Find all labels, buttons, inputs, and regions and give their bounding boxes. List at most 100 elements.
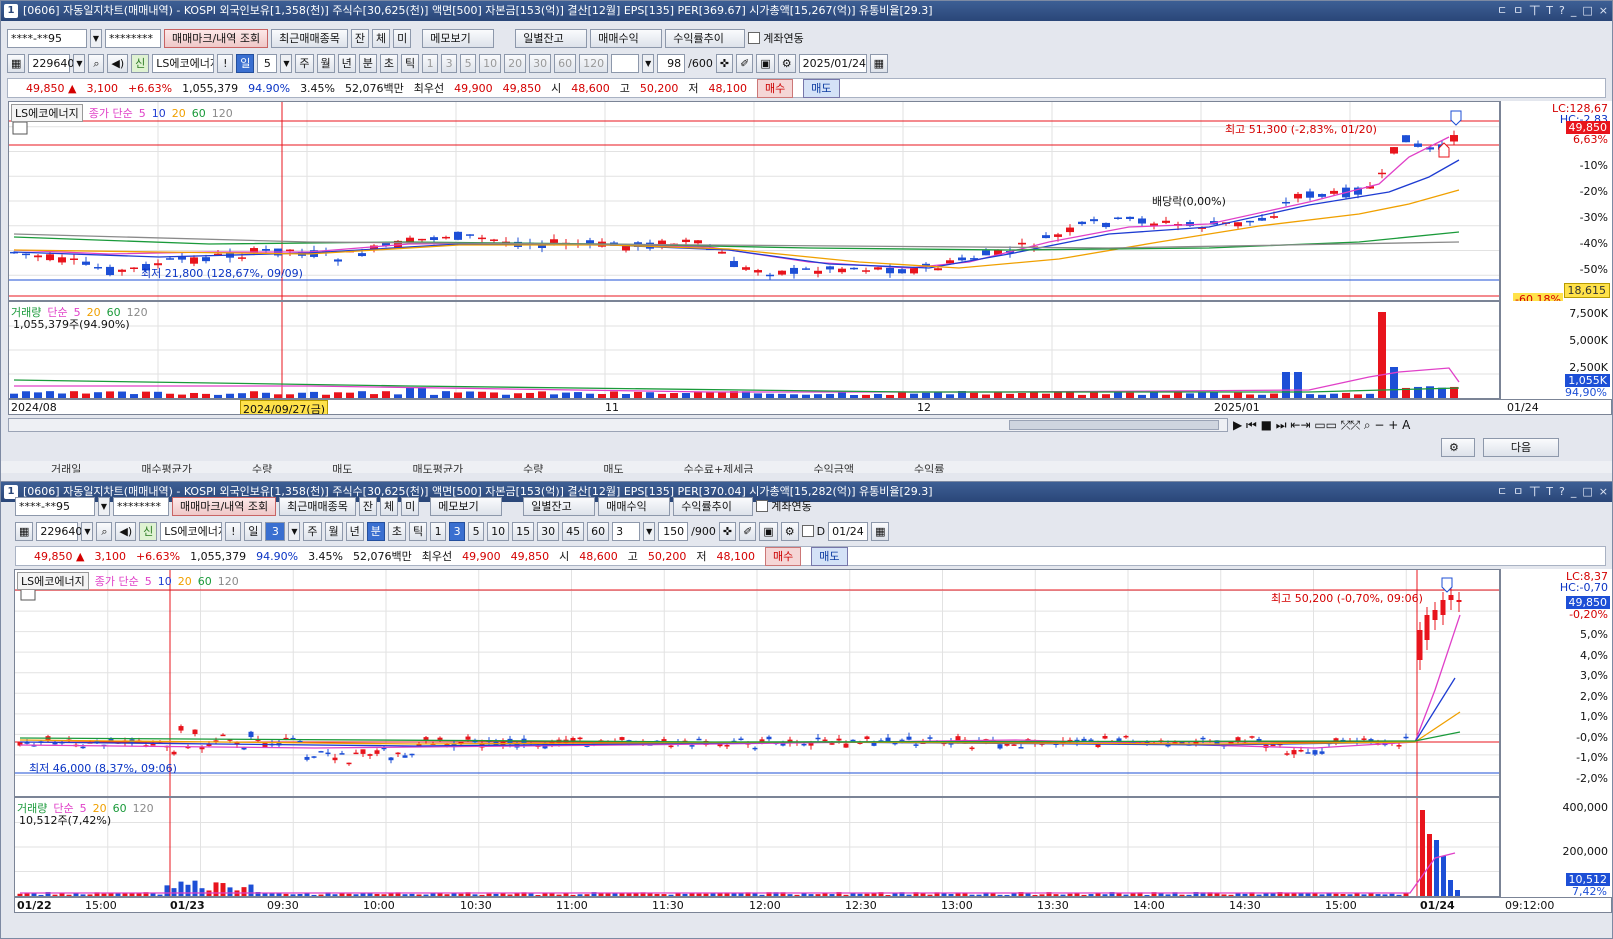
gear-icon[interactable]: ⚙	[777, 53, 796, 73]
bar-count-field[interactable]: 98	[657, 53, 686, 73]
daily-balance-button[interactable]: 일별잔고	[523, 496, 596, 516]
interval-field[interactable]: 5	[257, 53, 278, 73]
daily-balance-button[interactable]: 일별잔고	[515, 28, 588, 48]
m60-button[interactable]: 60	[587, 521, 610, 541]
account-dropdown-icon[interactable]: ▼	[90, 28, 102, 48]
account-link-checkbox[interactable]	[756, 500, 769, 512]
password-field[interactable]: ********	[105, 28, 161, 48]
interval-dropdown-icon[interactable]: ▼	[280, 53, 293, 73]
alert-icon[interactable]: !	[217, 53, 234, 73]
recent-trades-button[interactable]: 최근매매종목	[271, 28, 348, 48]
settings-gear-icon[interactable]: ⚙	[1441, 438, 1475, 457]
period-year-button[interactable]: 년	[345, 521, 364, 541]
buy-button[interactable]: 매수	[765, 546, 802, 566]
balance-button[interactable]: 잔	[350, 28, 370, 48]
crosshair-icon[interactable]: ✜	[718, 521, 737, 541]
chart-scrollbar[interactable]	[8, 418, 1228, 432]
n10-button[interactable]: 10	[479, 53, 502, 73]
memo-button[interactable]: 메모보기	[422, 28, 495, 48]
stock-code-field[interactable]: 229640	[36, 521, 82, 541]
layout-icon[interactable]: ▦	[15, 521, 34, 541]
custom-dropdown-icon[interactable]: ▼	[642, 53, 655, 73]
next-button[interactable]: 다음	[1483, 438, 1559, 457]
close-icon[interactable]: ×	[1599, 1, 1608, 21]
help-icon[interactable]: ?	[1559, 1, 1565, 21]
price-chart[interactable]: LS에코에너지 종가 단순 5 10 20 60 120 최고 51,300 (…	[8, 101, 1500, 301]
draw-icon[interactable]: ✐	[739, 521, 757, 541]
period-day-button[interactable]: 일	[244, 521, 263, 541]
custom-interval-field[interactable]	[611, 53, 640, 73]
interval-dropdown-icon[interactable]: ▼	[288, 521, 301, 541]
balance-button[interactable]: 잔	[358, 496, 378, 516]
bar-count-field[interactable]: 150	[658, 521, 689, 541]
trade-mark-query-button[interactable]: 매매마크/내역 조회	[164, 28, 269, 48]
link-icon[interactable]: ㄷ	[1497, 1, 1507, 21]
period-week-button[interactable]: 주	[303, 521, 322, 541]
period-day-button[interactable]: 일	[236, 53, 255, 73]
period-second-button[interactable]: 초	[387, 521, 407, 541]
trade-profit-button[interactable]: 매매수익	[598, 496, 671, 516]
sell-button[interactable]: 매도	[811, 546, 848, 566]
m30-button[interactable]: 30	[537, 521, 560, 541]
period-minute-button[interactable]: 분	[366, 521, 385, 541]
period-month-button[interactable]: 월	[316, 53, 335, 73]
save-icon[interactable]: ▣	[759, 521, 778, 541]
n120-button[interactable]: 120	[579, 53, 609, 73]
minimize-icon[interactable]: _	[1571, 1, 1577, 21]
unexecuted-button[interactable]: 미	[393, 28, 412, 48]
gear-icon[interactable]: ⚙	[780, 521, 799, 541]
period-minute-button[interactable]: 분	[358, 53, 377, 73]
recent-trades-button[interactable]: 최근매매종목	[279, 496, 356, 516]
return-trend-button[interactable]: 수익률추이	[673, 496, 754, 516]
trade-mark-query-button[interactable]: 매매마크/내역 조회	[172, 496, 277, 516]
alert-icon[interactable]: !	[225, 521, 242, 541]
period-tick-button[interactable]: 틱	[401, 53, 420, 73]
m10-button[interactable]: 10	[487, 521, 510, 541]
sell-button[interactable]: 매도	[803, 78, 840, 98]
n5-button[interactable]: 5	[460, 53, 477, 73]
interval-field[interactable]: 3	[265, 521, 286, 541]
n3-button[interactable]: 3	[441, 53, 458, 73]
maximize-icon[interactable]: □	[1582, 1, 1592, 21]
chart-nav-icons[interactable]: ▶ ⏮ ■ ⏭ ⇤⇥ ▭▭ ⤱⤱ ⌕ − + A	[1233, 418, 1410, 433]
sound-icon[interactable]: ◀)	[115, 521, 137, 541]
custom-dropdown-icon[interactable]: ▼	[643, 521, 656, 541]
n1-button[interactable]: 1	[422, 53, 439, 73]
minute-price-chart[interactable]: LS에코에너지 종가 단순 5 10 20 60 120 최고 50,200 (…	[14, 569, 1500, 797]
volume-chart[interactable]: 거래량 단순 5 20 60 120 1,055,379주(94.90%)	[8, 301, 1500, 399]
memo-button[interactable]: 메모보기	[430, 496, 503, 516]
account-field[interactable]: ****-**95	[7, 28, 87, 48]
n20-button[interactable]: 20	[504, 53, 527, 73]
return-trend-button[interactable]: 수익률추이	[665, 28, 746, 48]
password-field[interactable]: ********	[113, 496, 169, 516]
font-icon[interactable]: T	[1546, 1, 1553, 21]
calendar-icon[interactable]: ▦	[871, 521, 890, 541]
custom-interval-field[interactable]: 3	[612, 521, 641, 541]
d-checkbox[interactable]	[801, 525, 814, 537]
date-field[interactable]: 01/24	[828, 521, 869, 541]
m1-button[interactable]: 1	[430, 521, 447, 541]
buy-button[interactable]: 매수	[757, 78, 794, 98]
m45-button[interactable]: 45	[562, 521, 585, 541]
save-icon[interactable]: ▣	[756, 53, 775, 73]
trade-profit-button[interactable]: 매매수익	[590, 28, 663, 48]
period-tick-button[interactable]: 틱	[409, 521, 428, 541]
account-field[interactable]: ****-**95	[15, 496, 95, 516]
m3-button[interactable]: 3	[449, 521, 466, 541]
layout-icon[interactable]: ▦	[7, 53, 26, 73]
minute-volume-chart[interactable]: 거래량 단순 5 20 60 120 10,512주(7,42%)	[14, 797, 1500, 897]
period-second-button[interactable]: 초	[379, 53, 399, 73]
executed-button[interactable]: 체	[380, 496, 399, 516]
calendar-icon[interactable]: ▦	[869, 53, 888, 73]
search-icon[interactable]: ⌕	[88, 53, 105, 73]
search-icon[interactable]: ⌕	[96, 521, 113, 541]
account-link-checkbox[interactable]	[748, 32, 761, 44]
period-month-button[interactable]: 월	[324, 521, 343, 541]
unexecuted-button[interactable]: 미	[401, 496, 420, 516]
restore-icon[interactable]: ㅁ	[1513, 1, 1523, 21]
m15-button[interactable]: 15	[512, 521, 535, 541]
date-field[interactable]: 2025/01/24	[798, 53, 867, 73]
stock-code-field[interactable]: 229640	[28, 53, 74, 73]
pin-icon[interactable]: 丅	[1529, 1, 1540, 21]
sound-icon[interactable]: ◀)	[107, 53, 129, 73]
